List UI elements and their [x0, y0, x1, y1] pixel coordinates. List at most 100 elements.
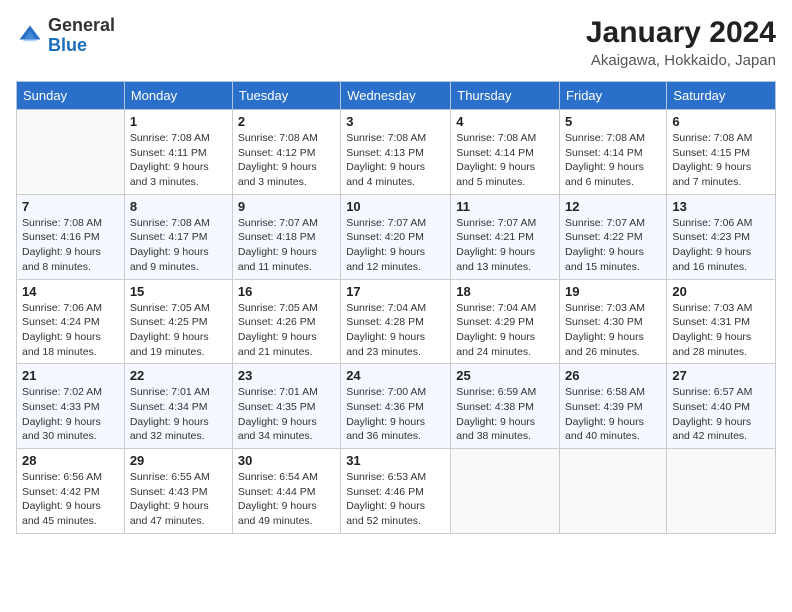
column-header-monday: Monday — [124, 82, 232, 110]
day-number: 1 — [130, 114, 227, 129]
day-detail: Sunrise: 7:08 AMSunset: 4:14 PMDaylight:… — [456, 131, 554, 190]
day-number: 15 — [130, 284, 227, 299]
calendar-cell: 17 Sunrise: 7:04 AMSunset: 4:28 PMDayligh… — [341, 279, 451, 364]
day-detail: Sunrise: 7:08 AMSunset: 4:17 PMDaylight:… — [130, 216, 227, 275]
calendar-cell: 27Sunrise: 6:57 AMSunset: 4:40 PMDayligh… — [667, 364, 776, 449]
day-number: 2 — [238, 114, 335, 129]
calendar-cell — [17, 110, 125, 195]
day-detail: Sunrise: 6:54 AMSunset: 4:44 PMDaylight:… — [238, 470, 335, 529]
calendar-cell: 28Sunrise: 6:56 AMSunset: 4:42 PMDayligh… — [17, 449, 125, 534]
calendar-cell: 6Sunrise: 7:08 AMSunset: 4:15 PMDaylight… — [667, 110, 776, 195]
day-number: 21 — [22, 368, 119, 383]
column-header-thursday: Thursday — [451, 82, 560, 110]
day-detail: Sunrise: 7:08 AMSunset: 4:11 PMDaylight:… — [130, 131, 227, 190]
day-detail: Sunrise: 7:08 AMSunset: 4:13 PMDaylight:… — [346, 131, 445, 190]
day-detail: Sunrise: 7:05 AMSunset: 4:25 PMDaylight:… — [130, 301, 227, 360]
day-number: 31 — [346, 453, 445, 468]
day-detail: Sunrise: 7:07 AMSunset: 4:21 PMDaylight:… — [456, 216, 554, 275]
day-number: 12 — [565, 199, 661, 214]
day-number: 17 — [346, 284, 445, 299]
day-number: 22 — [130, 368, 227, 383]
calendar-cell — [667, 449, 776, 534]
week-row-3: 14 Sunrise: 7:06 AMSunset: 4:24 PMDayligh… — [17, 279, 776, 364]
title-block: January 2024 Akaigawa, Hokkaido, Japan — [586, 16, 776, 69]
logo-icon — [16, 22, 44, 50]
column-header-saturday: Saturday — [667, 82, 776, 110]
day-detail: Sunrise: 7:08 AMSunset: 4:12 PMDaylight:… — [238, 131, 335, 190]
page-header: General Blue January 2024 Akaigawa, Hokk… — [16, 16, 776, 69]
calendar-cell: 30Sunrise: 6:54 AMSunset: 4:44 PMDayligh… — [232, 449, 340, 534]
day-detail: Sunrise: 7:04 AMSunset: 4:28 PMDaylight:… — [346, 301, 445, 360]
calendar-cell: 15 Sunrise: 7:05 AMSunset: 4:25 PMDayligh… — [124, 279, 232, 364]
day-number: 27 — [672, 368, 770, 383]
calendar-cell: 20 Sunrise: 7:03 AMSunset: 4:31 PMDayligh… — [667, 279, 776, 364]
day-detail: Sunrise: 7:06 AMSunset: 4:24 PMDaylight:… — [22, 301, 119, 360]
calendar-cell: 29 Sunrise: 6:55 AMSunset: 4:43 PMDayligh… — [124, 449, 232, 534]
day-number: 9 — [238, 199, 335, 214]
calendar-cell: 8 Sunrise: 7:08 AMSunset: 4:17 PMDaylight… — [124, 194, 232, 279]
calendar-cell: 7Sunrise: 7:08 AMSunset: 4:16 PMDaylight… — [17, 194, 125, 279]
day-number: 19 — [565, 284, 661, 299]
day-number: 11 — [456, 199, 554, 214]
day-number: 7 — [22, 199, 119, 214]
calendar-cell: 22 Sunrise: 7:01 AMSunset: 4:34 PMDayligh… — [124, 364, 232, 449]
calendar-cell: 2 Sunrise: 7:08 AMSunset: 4:12 PMDaylight… — [232, 110, 340, 195]
day-detail: Sunrise: 7:00 AMSunset: 4:36 PMDaylight:… — [346, 385, 445, 444]
column-header-tuesday: Tuesday — [232, 82, 340, 110]
day-detail: Sunrise: 7:02 AMSunset: 4:33 PMDaylight:… — [22, 385, 119, 444]
day-number: 4 — [456, 114, 554, 129]
day-number: 20 — [672, 284, 770, 299]
calendar-cell: 16Sunrise: 7:05 AMSunset: 4:26 PMDayligh… — [232, 279, 340, 364]
day-number: 26 — [565, 368, 661, 383]
day-detail: Sunrise: 7:06 AMSunset: 4:23 PMDaylight:… — [672, 216, 770, 275]
day-number: 10 — [346, 199, 445, 214]
day-number: 8 — [130, 199, 227, 214]
day-number: 14 — [22, 284, 119, 299]
day-number: 13 — [672, 199, 770, 214]
week-row-1: 1 Sunrise: 7:08 AMSunset: 4:11 PMDaylight… — [17, 110, 776, 195]
calendar-cell: 1 Sunrise: 7:08 AMSunset: 4:11 PMDaylight… — [124, 110, 232, 195]
day-detail: Sunrise: 7:05 AMSunset: 4:26 PMDaylight:… — [238, 301, 335, 360]
day-number: 24 — [346, 368, 445, 383]
calendar-cell: 26 Sunrise: 6:58 AMSunset: 4:39 PMDayligh… — [560, 364, 667, 449]
column-header-sunday: Sunday — [17, 82, 125, 110]
day-detail: Sunrise: 7:07 AMSunset: 4:22 PMDaylight:… — [565, 216, 661, 275]
calendar-cell: 23 Sunrise: 7:01 AMSunset: 4:35 PMDayligh… — [232, 364, 340, 449]
day-number: 25 — [456, 368, 554, 383]
calendar-cell — [451, 449, 560, 534]
calendar-cell: 9 Sunrise: 7:07 AMSunset: 4:18 PMDaylight… — [232, 194, 340, 279]
logo-blue-text: Blue — [48, 35, 87, 55]
day-detail: Sunrise: 7:01 AMSunset: 4:35 PMDaylight:… — [238, 385, 335, 444]
calendar-cell — [560, 449, 667, 534]
logo: General Blue — [16, 16, 115, 56]
logo-general-text: General — [48, 15, 115, 35]
column-header-wednesday: Wednesday — [341, 82, 451, 110]
day-detail: Sunrise: 6:58 AMSunset: 4:39 PMDaylight:… — [565, 385, 661, 444]
day-number: 6 — [672, 114, 770, 129]
day-detail: Sunrise: 7:08 AMSunset: 4:14 PMDaylight:… — [565, 131, 661, 190]
calendar-cell: 3 Sunrise: 7:08 AMSunset: 4:13 PMDaylight… — [341, 110, 451, 195]
day-detail: Sunrise: 7:03 AMSunset: 4:30 PMDaylight:… — [565, 301, 661, 360]
column-header-friday: Friday — [560, 82, 667, 110]
day-detail: Sunrise: 7:01 AMSunset: 4:34 PMDaylight:… — [130, 385, 227, 444]
calendar-cell: 25Sunrise: 6:59 AMSunset: 4:38 PMDayligh… — [451, 364, 560, 449]
day-number: 18 — [456, 284, 554, 299]
day-number: 3 — [346, 114, 445, 129]
month-title: January 2024 — [586, 16, 776, 50]
day-detail: Sunrise: 6:55 AMSunset: 4:43 PMDaylight:… — [130, 470, 227, 529]
week-row-4: 21 Sunrise: 7:02 AMSunset: 4:33 PMDayligh… — [17, 364, 776, 449]
calendar-cell: 11 Sunrise: 7:07 AMSunset: 4:21 PMDayligh… — [451, 194, 560, 279]
day-detail: Sunrise: 7:03 AMSunset: 4:31 PMDaylight:… — [672, 301, 770, 360]
day-detail: Sunrise: 7:07 AMSunset: 4:18 PMDaylight:… — [238, 216, 335, 275]
day-number: 29 — [130, 453, 227, 468]
location-title: Akaigawa, Hokkaido, Japan — [586, 52, 776, 69]
day-detail: Sunrise: 6:56 AMSunset: 4:42 PMDaylight:… — [22, 470, 119, 529]
week-row-2: 7Sunrise: 7:08 AMSunset: 4:16 PMDaylight… — [17, 194, 776, 279]
day-detail: Sunrise: 6:53 AMSunset: 4:46 PMDaylight:… — [346, 470, 445, 529]
calendar-cell: 31 Sunrise: 6:53 AMSunset: 4:46 PMDayligh… — [341, 449, 451, 534]
calendar-cell: 5Sunrise: 7:08 AMSunset: 4:14 PMDaylight… — [560, 110, 667, 195]
calendar-cell: 19 Sunrise: 7:03 AMSunset: 4:30 PMDayligh… — [560, 279, 667, 364]
calendar-cell: 13 Sunrise: 7:06 AMSunset: 4:23 PMDayligh… — [667, 194, 776, 279]
day-number: 23 — [238, 368, 335, 383]
day-detail: Sunrise: 7:04 AMSunset: 4:29 PMDaylight:… — [456, 301, 554, 360]
